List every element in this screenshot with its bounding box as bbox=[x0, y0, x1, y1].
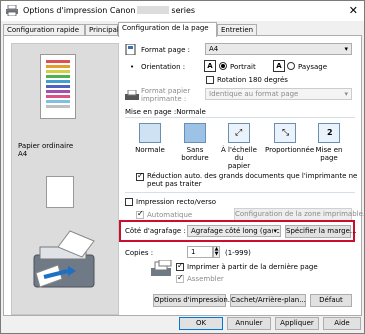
stapling-value: Agrafage côté long (gauche bbox=[191, 227, 281, 235]
layout-scaled[interactable]: ⤡ Proportionnée bbox=[265, 123, 315, 154]
layout-normal-label: Normale bbox=[135, 146, 165, 154]
duplex-auto-checkbox[interactable] bbox=[136, 209, 144, 219]
printer-paper-label: Format papier imprimante : bbox=[141, 87, 191, 103]
landscape-radio[interactable] bbox=[287, 62, 295, 70]
collate-icon bbox=[151, 260, 172, 276]
specify-margin-button[interactable]: Spécifier la marge... bbox=[285, 225, 357, 238]
copies-label: Copies : bbox=[125, 249, 154, 257]
layout-borderless-label: Sans bordure bbox=[181, 146, 209, 162]
duplex-label: Impression recto/verso bbox=[136, 198, 217, 206]
stamp-background-button[interactable]: Cachet/Arrière-plan... bbox=[230, 294, 306, 307]
copies-stepper[interactable]: ▲ ▼ bbox=[213, 246, 220, 258]
stapler-printer-icon bbox=[33, 230, 95, 288]
help-button[interactable]: Aide bbox=[323, 317, 361, 330]
page-preview bbox=[40, 54, 76, 119]
window-title: Options d'impression Canon series bbox=[23, 6, 196, 15]
layout-fit-label-1: À l'échelle du bbox=[221, 146, 257, 162]
portrait-label: Portrait bbox=[230, 63, 256, 71]
print-from-last-checkbox[interactable] bbox=[176, 261, 184, 271]
collate-checkbox[interactable] bbox=[176, 273, 184, 283]
fit-to-paper-icon: ⤢ bbox=[228, 123, 250, 143]
apply-button[interactable]: Appliquer bbox=[275, 317, 319, 330]
page-layout-icon: 2 bbox=[318, 123, 340, 143]
layout-fit-label-2: papier bbox=[227, 162, 251, 170]
layout-normal-icon bbox=[139, 123, 161, 143]
paper-type-text: Papier ordinaire bbox=[18, 142, 74, 150]
layout-page-layout[interactable]: 2 Mise en page bbox=[309, 123, 349, 162]
copies-input[interactable]: 1 bbox=[187, 246, 213, 258]
duplex-checkbox[interactable] bbox=[125, 198, 133, 206]
layout-separator bbox=[125, 117, 355, 118]
stapling-select[interactable]: Agrafage côté long (gauche ▾ bbox=[187, 225, 281, 237]
chevron-down-icon: ▾ bbox=[344, 90, 348, 98]
duplex-auto-label: Automatique bbox=[147, 211, 193, 219]
layout-borderless-icon bbox=[184, 123, 206, 143]
page-size-icon bbox=[125, 44, 136, 55]
defaults-button[interactable]: Défaut bbox=[310, 294, 352, 307]
cancel-button[interactable]: Annuler bbox=[227, 317, 271, 330]
print-options-button[interactable]: Options d'impression... bbox=[153, 294, 234, 307]
preview-panel: Papier ordinaire A4 bbox=[11, 43, 119, 315]
copies-value: 1 bbox=[191, 248, 196, 256]
paper-size-text: A4 bbox=[18, 150, 28, 158]
chevron-down-icon: ▾ bbox=[273, 227, 277, 235]
redacted-model bbox=[137, 6, 170, 14]
output-thumbnail bbox=[46, 176, 74, 208]
printer-paper-value: Identique au format page bbox=[209, 90, 299, 98]
collate-label: Assembler bbox=[187, 275, 224, 283]
stapling-label: Côté d'agrafage : bbox=[125, 227, 186, 235]
layout-page-layout-label: Mise en page bbox=[315, 146, 343, 162]
printer-paper-icon bbox=[125, 90, 139, 100]
rotate-180-checkbox[interactable] bbox=[206, 76, 214, 84]
auto-reduce-label: Réduction auto. des grands documents que… bbox=[147, 172, 358, 188]
page-size-select[interactable]: A4 ▾ bbox=[205, 43, 352, 55]
layout-fit-to-paper[interactable]: ⤢ À l'échelle du papier bbox=[219, 123, 259, 170]
layout-borderless[interactable]: Sans bordure bbox=[175, 123, 215, 162]
printer-paper-select[interactable]: Identique au format page ▾ bbox=[205, 88, 352, 100]
orientation-label: Orientation : bbox=[141, 63, 186, 71]
print-from-last-label: Imprimer à partir de la dernière page bbox=[187, 263, 318, 271]
orientation-label-dot: • bbox=[130, 63, 135, 71]
rotate-180-label: Rotation 180 degrés bbox=[217, 76, 288, 84]
portrait-icon: A bbox=[204, 60, 216, 72]
page-size-value: A4 bbox=[209, 45, 219, 53]
portrait-radio[interactable] bbox=[219, 62, 227, 70]
chevron-down-icon: ▾ bbox=[344, 45, 348, 53]
landscape-label: Paysage bbox=[298, 63, 328, 71]
layout-label: Mise en page :Normale bbox=[125, 108, 206, 116]
tab-page-setup[interactable]: Configuration de la page bbox=[118, 22, 217, 37]
layout-normal[interactable]: Normale bbox=[130, 123, 170, 154]
printer-icon bbox=[6, 5, 18, 16]
ok-button[interactable]: OK bbox=[179, 317, 223, 330]
page-size-label: Format page : bbox=[141, 46, 190, 54]
title-bar: Options d'impression Canon series ✕ bbox=[1, 1, 364, 21]
print-options-window: Options d'impression Canon series ✕ Confi… bbox=[0, 0, 365, 334]
duplex-separator bbox=[125, 192, 355, 193]
landscape-icon: A bbox=[273, 60, 285, 72]
layout-scaled-label: Proportionnée bbox=[265, 146, 315, 154]
close-icon[interactable]: ✕ bbox=[349, 4, 358, 17]
copies-range: (1-999) bbox=[225, 249, 251, 257]
auto-reduce-checkbox[interactable] bbox=[136, 171, 144, 181]
paper-info: Papier ordinaire A4 bbox=[18, 142, 73, 158]
scaled-icon: ⤡ bbox=[274, 123, 296, 143]
